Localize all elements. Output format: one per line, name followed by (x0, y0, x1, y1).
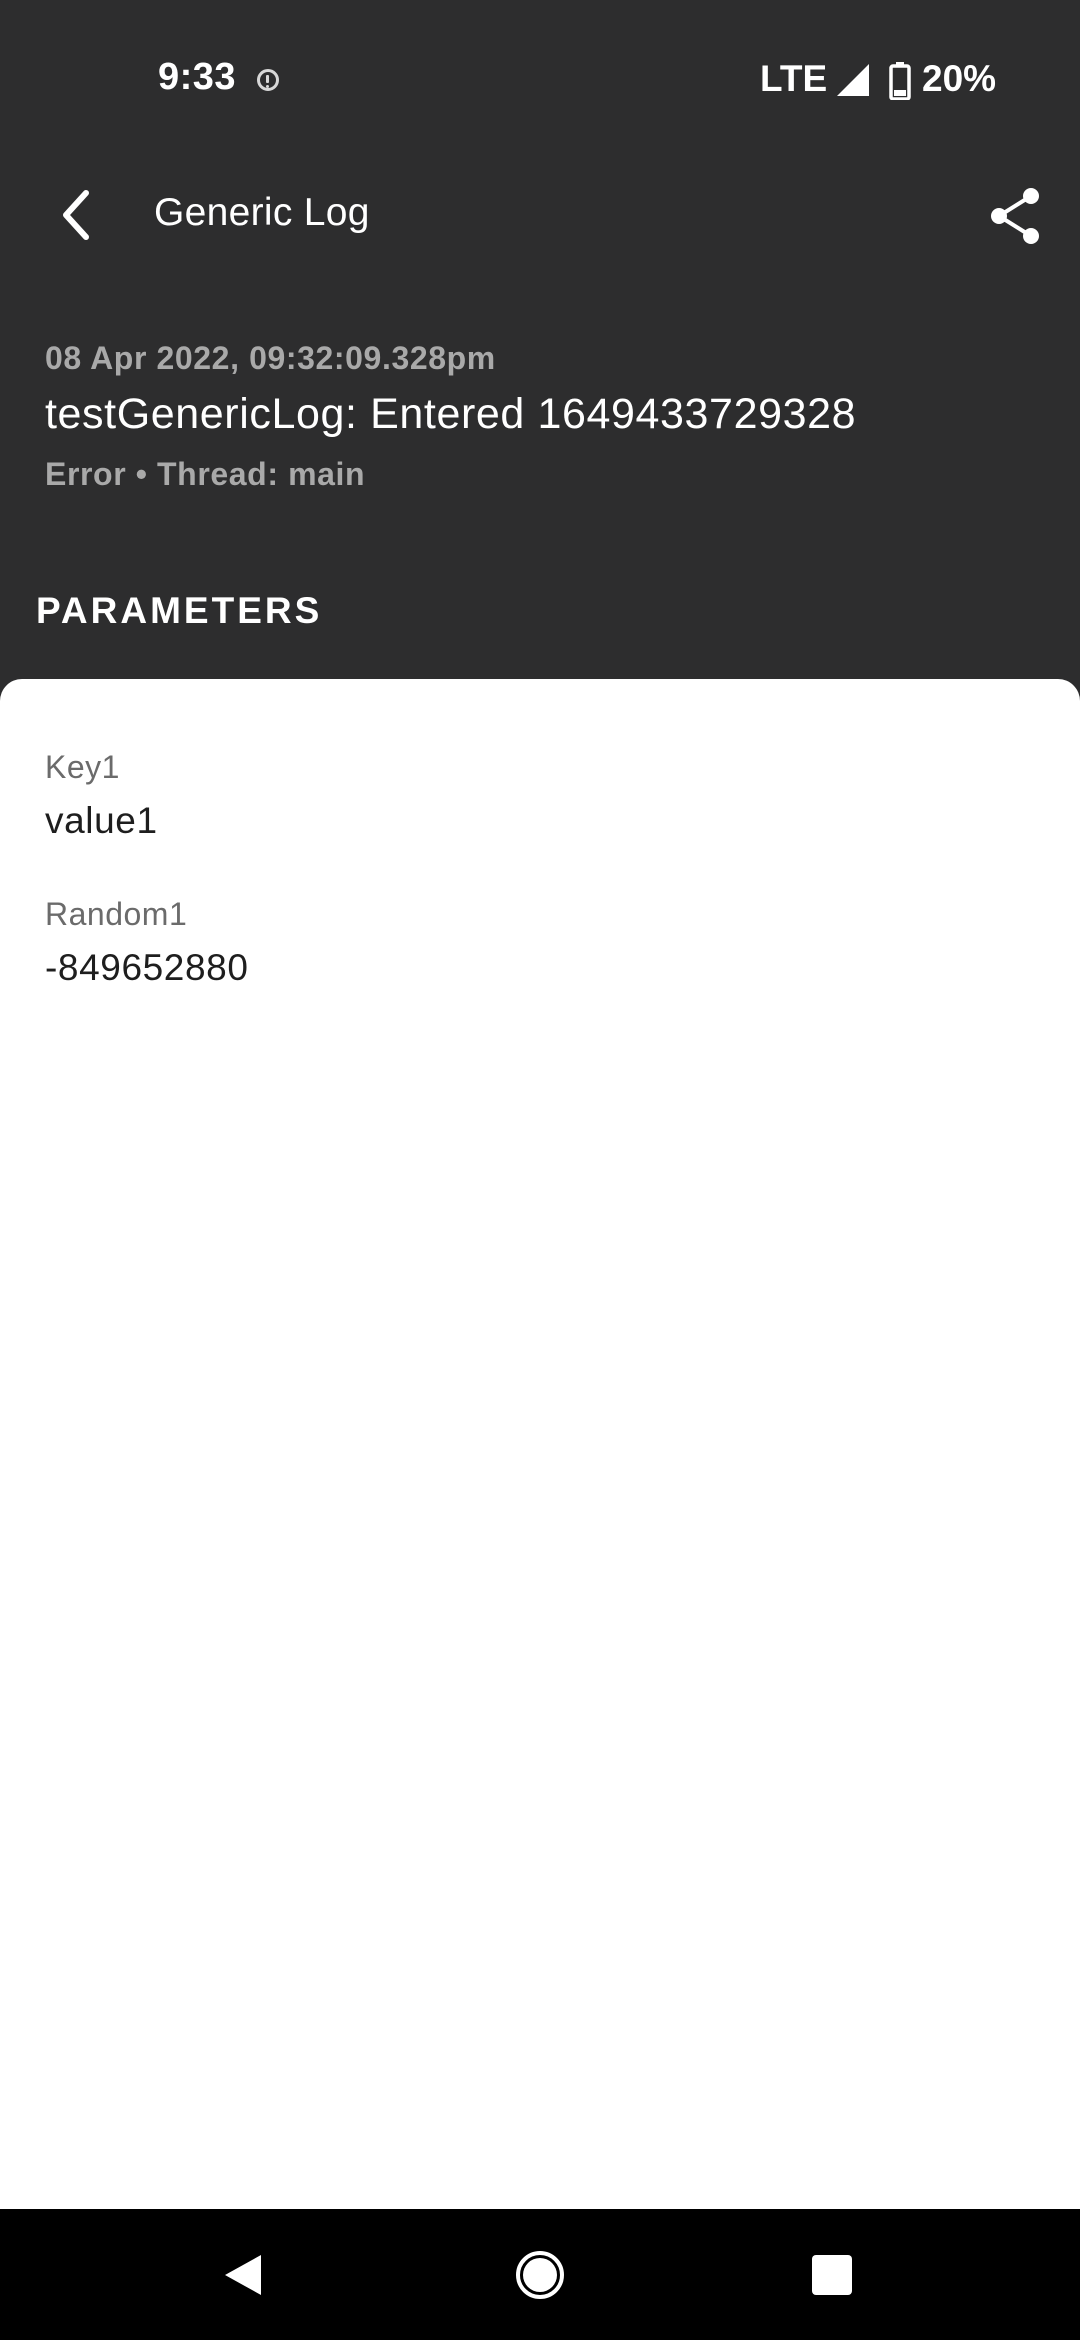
battery-icon (889, 62, 911, 100)
signal-icon (837, 64, 869, 96)
share-button[interactable] (980, 171, 1050, 261)
parameter-item: Key1 value1 (45, 745, 1045, 849)
parameter-value: value1 (45, 800, 158, 841)
back-button[interactable] (40, 165, 112, 265)
parameters-heading: PARAMETERS (36, 590, 323, 631)
status-bar: 9:33 LTE 20% (0, 0, 1080, 165)
navigation-bar (0, 2209, 1080, 2340)
log-timestamp: 08 Apr 2022, 09:32:09.328pm (45, 340, 496, 376)
parameter-key: Key1 (45, 749, 120, 785)
parameter-item: Random1 -849652880 (45, 892, 1045, 996)
battery-level: 20% (922, 58, 997, 99)
toolbar: Generic Log (0, 165, 1080, 265)
parameter-value: -849652880 (45, 947, 249, 988)
alert-icon (257, 69, 279, 91)
nav-back-icon (225, 2254, 261, 2295)
log-header: 08 Apr 2022, 09:32:09.328pm testGenericL… (45, 335, 1045, 497)
log-detail-screen: 9:33 LTE 20% Generic Log 08 Apr 2022, 09… (0, 0, 1080, 2340)
nav-recents-icon (812, 2254, 852, 2295)
chevron-left-icon (63, 190, 89, 240)
page-title: Generic Log (154, 191, 370, 234)
log-meta: Error • Thread: main (45, 456, 366, 492)
parameters-list: Key1 value1 Random1 -849652880 (0, 679, 1080, 2209)
network-type: LTE (760, 58, 828, 99)
nav-home-icon (516, 2250, 564, 2299)
log-message: testGenericLog: Entered 1649433729328 (45, 390, 857, 438)
status-time: 9:33 (158, 56, 237, 98)
nav-recents-button[interactable] (772, 2209, 892, 2340)
share-icon (991, 188, 1039, 244)
nav-home-button[interactable] (480, 2209, 600, 2340)
parameter-key: Random1 (45, 896, 188, 932)
nav-back-button[interactable] (183, 2209, 303, 2340)
